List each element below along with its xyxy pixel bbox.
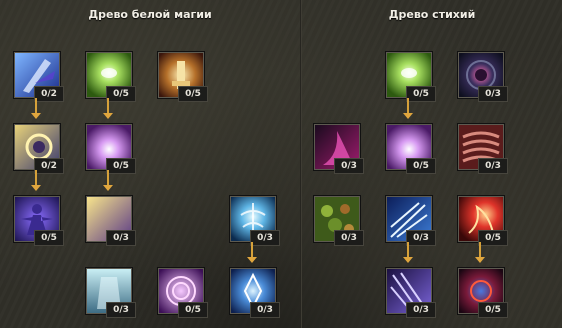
- skill-level: 0/5: [178, 86, 208, 102]
- skill-crescent[interactable]: 0/3: [86, 196, 136, 246]
- skill-ice-shards[interactable]: 0/3: [386, 196, 436, 246]
- skill-elem-green-light[interactable]: 0/5: [386, 52, 436, 102]
- skill-eye-vortex[interactable]: 0/3: [458, 52, 508, 102]
- skill-flesh-ribs[interactable]: 0/3: [458, 124, 508, 174]
- skill-level: 0/5: [406, 158, 436, 174]
- skill-level: 0/3: [478, 86, 508, 102]
- skill-violet-burst[interactable]: 0/5: [86, 124, 136, 174]
- skill-link-arrow: [403, 98, 413, 120]
- skill-elem-violet-burst[interactable]: 0/5: [386, 124, 436, 174]
- skill-totem[interactable]: 0/5: [158, 52, 208, 102]
- skill-blue-sigil[interactable]: 0/3: [230, 268, 280, 318]
- skill-level: 0/5: [34, 230, 64, 246]
- skill-level: 0/5: [478, 302, 508, 318]
- skill-link-arrow: [403, 242, 413, 264]
- skill-link-arrow: [247, 242, 257, 264]
- skill-violet-rings[interactable]: 0/5: [158, 268, 208, 318]
- skill-shadow-figure[interactable]: 0/5: [14, 196, 64, 246]
- skill-crystal-form[interactable]: 0/3: [86, 268, 136, 318]
- skill-blue-spirit[interactable]: 0/3: [230, 196, 280, 246]
- skill-level: 0/3: [250, 302, 280, 318]
- skill-wing-blade[interactable]: 0/2: [14, 52, 64, 102]
- skill-gold-shield[interactable]: 0/2: [14, 124, 64, 174]
- skill-link-arrow: [31, 170, 41, 192]
- skill-purple-shards[interactable]: 0/3: [386, 268, 436, 318]
- skill-ember-orb[interactable]: 0/5: [458, 268, 508, 318]
- tree-divider: [300, 0, 302, 328]
- skill-level: 0/3: [406, 302, 436, 318]
- skill-level: 0/3: [334, 230, 364, 246]
- skill-link-arrow: [475, 242, 485, 264]
- skill-green-light[interactable]: 0/5: [86, 52, 136, 102]
- skill-level: 0/3: [106, 302, 136, 318]
- skill-fire-swirl[interactable]: 0/5: [458, 196, 508, 246]
- skill-link-arrow: [103, 170, 113, 192]
- skill-moss[interactable]: 0/3: [314, 196, 364, 246]
- white-magic-tree-title: Древо белой магии: [88, 8, 212, 21]
- skill-level: 0/3: [106, 230, 136, 246]
- elements-tree-title: Древо стихий: [388, 8, 476, 21]
- skill-level: 0/5: [178, 302, 208, 318]
- skill-crimson-claw[interactable]: 0/3: [314, 124, 364, 174]
- skill-link-arrow: [31, 98, 41, 120]
- skill-level: 0/3: [478, 158, 508, 174]
- skill-link-arrow: [103, 98, 113, 120]
- skill-level: 0/3: [334, 158, 364, 174]
